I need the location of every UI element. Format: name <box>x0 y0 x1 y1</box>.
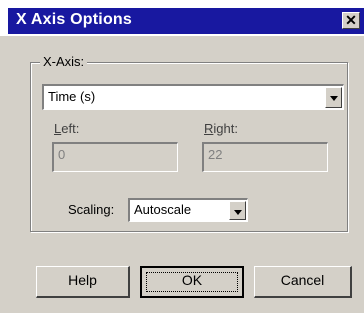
close-button[interactable]: ✕ <box>342 12 360 29</box>
scaling-value: Autoscale <box>134 202 192 217</box>
help-button[interactable]: Help <box>36 266 130 298</box>
left-label: Left: <box>54 121 80 136</box>
right-value: 22 <box>208 147 223 162</box>
scaling-label: Scaling: <box>68 202 115 217</box>
left-value: 0 <box>58 147 66 162</box>
scaling-select[interactable]: Autoscale <box>128 198 248 222</box>
title-bar: X Axis Options ✕ <box>0 0 364 36</box>
cancel-button[interactable]: Cancel <box>254 266 352 298</box>
dialog-title: X Axis Options <box>16 11 133 28</box>
x-axis-variable-value: Time (s) <box>48 89 96 104</box>
cancel-button-label: Cancel <box>280 272 325 288</box>
right-label: Right: <box>204 121 238 136</box>
chevron-down-icon[interactable] <box>229 201 246 220</box>
close-icon: ✕ <box>345 12 357 28</box>
ok-button[interactable]: OK <box>140 266 244 298</box>
left-field[interactable]: 0 <box>52 142 178 172</box>
x-axis-variable-select[interactable]: Time (s) <box>42 84 344 110</box>
chevron-down-icon[interactable] <box>325 87 342 108</box>
right-field[interactable]: 22 <box>202 142 328 172</box>
focus-rect <box>146 272 238 292</box>
x-axis-options-dialog: X Axis Options ✕ X-Axis: Time (s) Left: … <box>0 0 364 313</box>
help-button-label: Help <box>68 272 97 288</box>
x-axis-group-label: X-Axis: <box>40 54 88 69</box>
